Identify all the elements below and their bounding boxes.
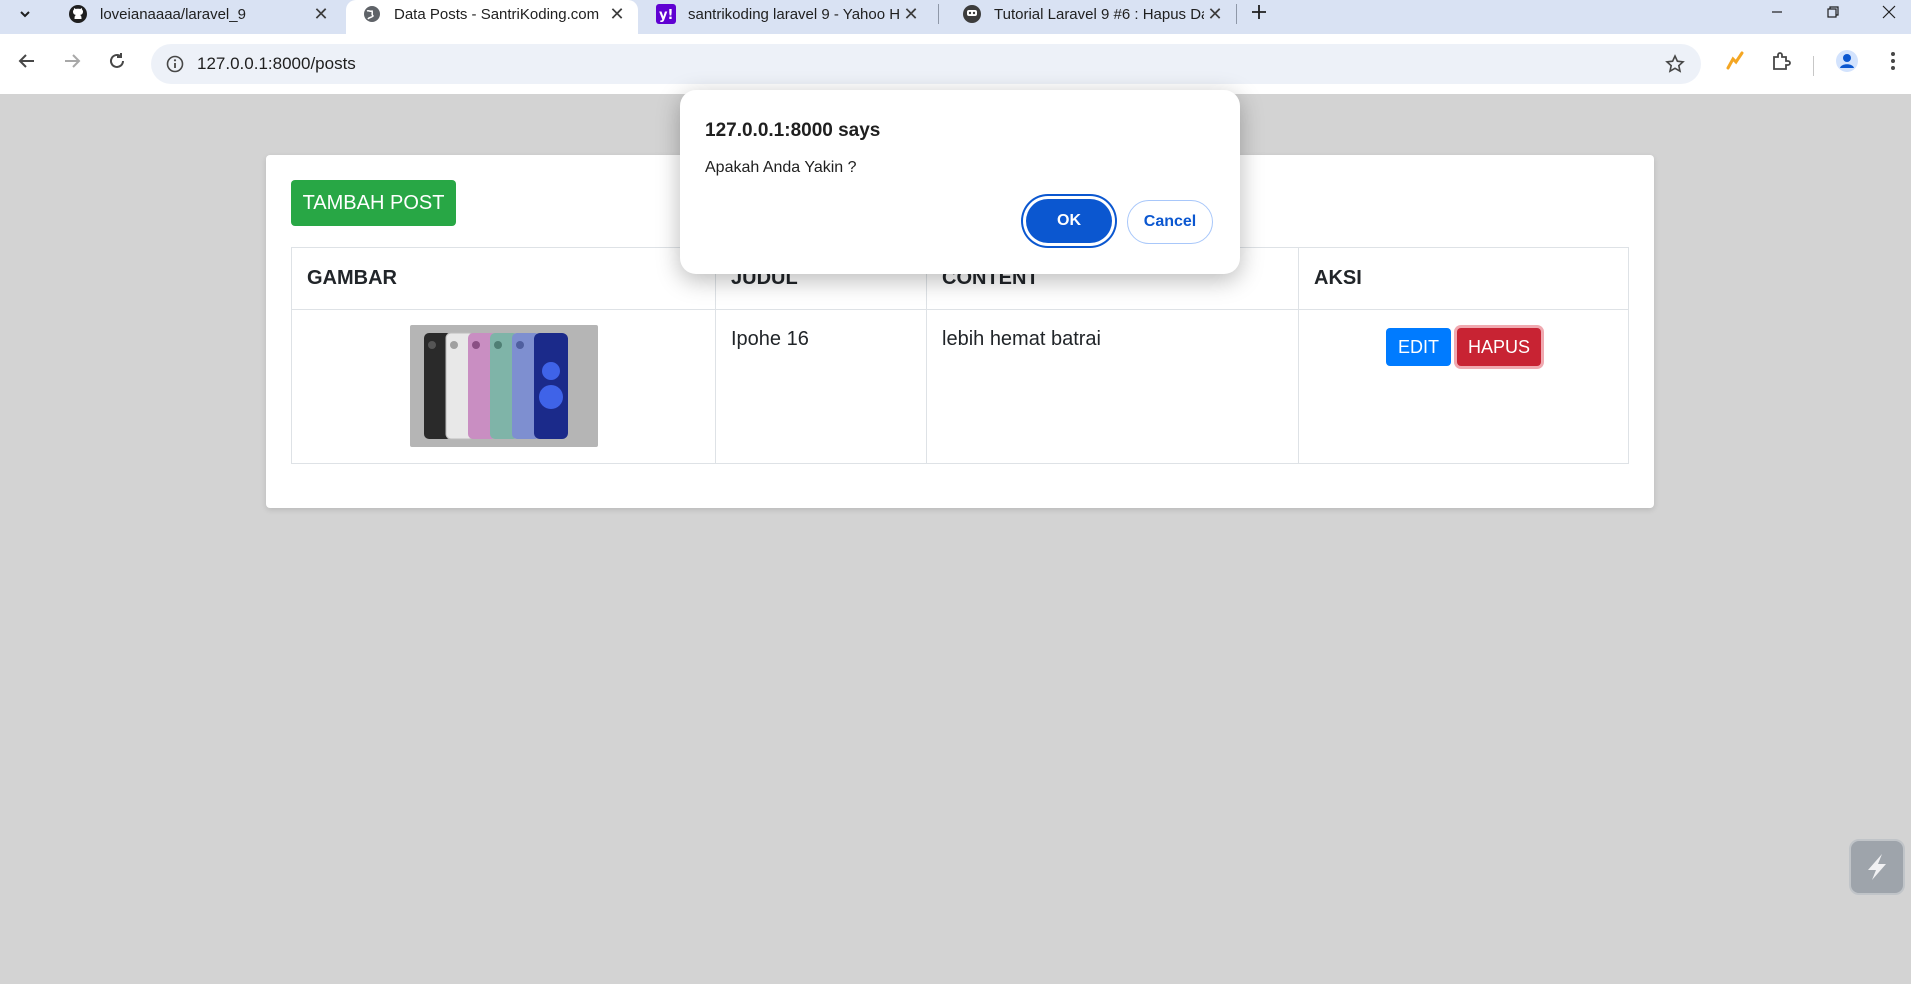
arrow-right-icon — [65, 54, 81, 68]
toolbar-divider — [1813, 56, 1814, 76]
tab-data-posts[interactable]: Data Posts - SantriKoding.com ✕ — [346, 0, 638, 34]
chevron-down-icon — [20, 11, 30, 18]
close-icon[interactable]: ✕ — [606, 3, 628, 25]
close-icon[interactable]: ✕ — [1204, 3, 1226, 25]
new-tab-button[interactable] — [1245, 0, 1273, 24]
tab-title: Tutorial Laravel 9 #6 : Hapus Da — [994, 5, 1204, 23]
close-icon[interactable]: ✕ — [900, 3, 922, 25]
extension-bolt-button[interactable] — [1718, 44, 1752, 78]
restore-button[interactable] — [1810, 0, 1856, 24]
floating-extension-button[interactable] — [1849, 839, 1905, 895]
profile-button[interactable] — [1830, 44, 1864, 78]
minimize-button[interactable] — [1754, 0, 1800, 24]
browser-toolbar: 127.0.0.1:8000/posts — [0, 34, 1911, 94]
extensions-button[interactable] — [1764, 44, 1798, 78]
back-button[interactable] — [10, 44, 44, 78]
lightning-icon — [1726, 51, 1744, 70]
ok-button[interactable]: OK — [1026, 199, 1112, 243]
reload-icon — [110, 53, 124, 68]
svg-text:y!: y! — [659, 8, 673, 23]
judul-cell: Ipohe 16 — [715, 309, 927, 464]
delete-button[interactable]: HAPUS — [1457, 328, 1542, 366]
confirm-dialog: 127.0.0.1:8000 says Apakah Anda Yakin ? … — [680, 90, 1240, 274]
dialog-title: 127.0.0.1:8000 says — [705, 120, 881, 141]
avatar-icon — [1836, 50, 1858, 72]
reload-button[interactable] — [100, 44, 134, 78]
minimize-icon — [1772, 11, 1782, 13]
add-post-button[interactable]: TAMBAH POST — [291, 180, 456, 226]
post-image — [409, 325, 598, 447]
tab-title: loveianaaaa/laravel_9 — [100, 5, 246, 23]
lightning-icon — [1868, 854, 1886, 880]
tab-search-button[interactable] — [8, 2, 42, 26]
column-header-gambar: GAMBAR — [291, 247, 716, 310]
puzzle-icon — [1773, 52, 1791, 70]
tab-title: santrikoding laravel 9 - Yahoo H — [688, 5, 900, 23]
tab-tutorial[interactable]: Tutorial Laravel 9 #6 : Hapus Da ✕ — [946, 0, 1236, 34]
forward-button[interactable] — [55, 44, 89, 78]
close-icon[interactable]: ✕ — [310, 3, 332, 25]
tab-separator — [938, 4, 939, 24]
edit-button[interactable]: EDIT — [1385, 328, 1451, 366]
tab-github[interactable]: loveianaaaa/laravel_9 ✕ — [52, 0, 342, 34]
cancel-button[interactable]: Cancel — [1127, 200, 1213, 244]
image-cell — [291, 309, 716, 464]
window-close-button[interactable] — [1866, 0, 1911, 24]
globe-icon — [362, 4, 382, 24]
restore-icon — [1827, 6, 1839, 18]
tab-separator — [1236, 4, 1237, 24]
tab-title: Data Posts - SantriKoding.com — [394, 5, 600, 23]
kebab-menu-icon — [1891, 52, 1895, 70]
menu-button[interactable] — [1876, 44, 1910, 78]
posts-table: GAMBAR JUDUL CONTENT AKSI Ipohe 16 lebih… — [291, 247, 1629, 464]
tab-strip: loveianaaaa/laravel_9 ✕ Data Posts - San… — [0, 0, 1911, 34]
action-buttons: EDIT HAPUS — [1314, 328, 1613, 366]
github-icon — [68, 4, 88, 24]
dialog-message: Apakah Anda Yakin ? — [705, 159, 857, 176]
site-icon — [962, 4, 982, 24]
close-icon — [1882, 5, 1896, 19]
plus-icon — [1252, 5, 1266, 19]
aksi-cell: EDIT HAPUS — [1298, 309, 1629, 464]
arrow-left-icon — [18, 54, 34, 68]
address-bar[interactable]: 127.0.0.1:8000/posts — [151, 44, 1701, 84]
yahoo-icon: y! — [656, 4, 676, 24]
url-text[interactable]: 127.0.0.1:8000/posts — [197, 54, 356, 74]
tab-yahoo[interactable]: y! santrikoding laravel 9 - Yahoo H ✕ — [640, 0, 932, 34]
column-header-aksi: AKSI — [1298, 247, 1629, 310]
info-icon[interactable] — [163, 52, 187, 76]
table-row: Ipohe 16 lebih hemat batrai EDIT HAPUS — [291, 309, 1629, 464]
content-cell: lebih hemat batrai — [926, 309, 1299, 464]
star-icon[interactable] — [1663, 52, 1687, 76]
